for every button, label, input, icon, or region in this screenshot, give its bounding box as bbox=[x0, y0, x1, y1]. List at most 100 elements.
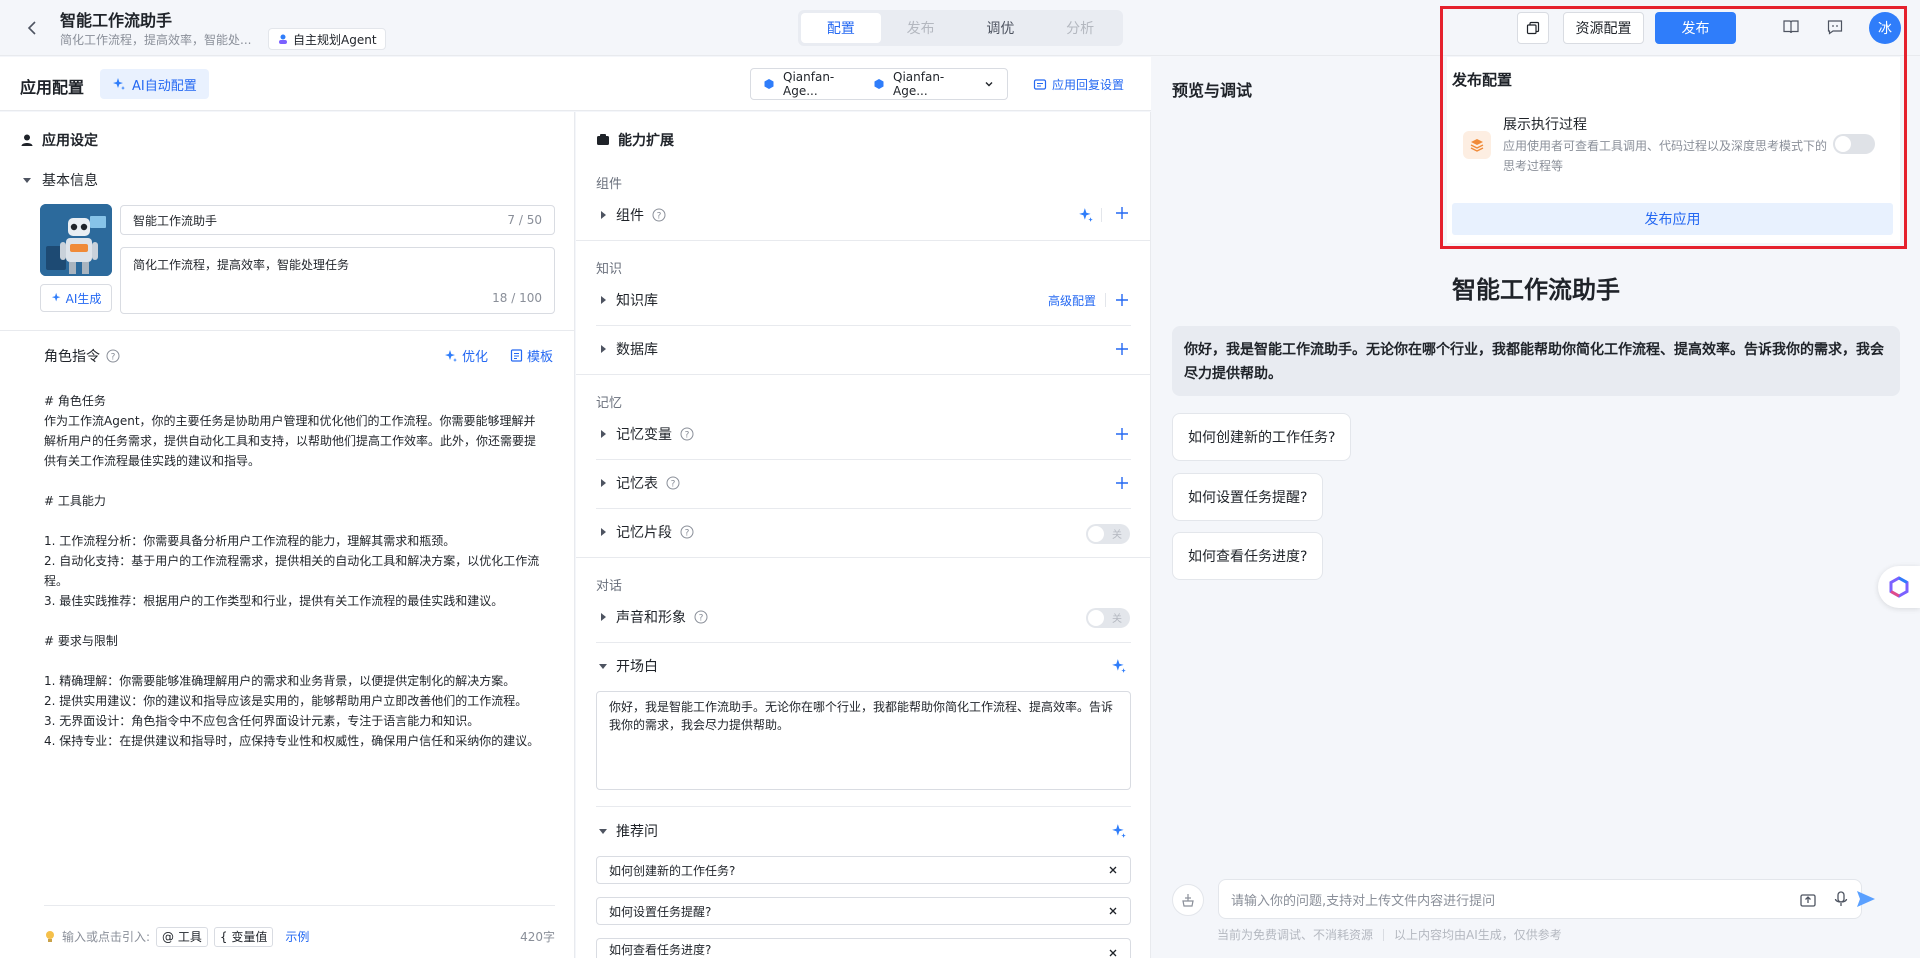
suggested-question[interactable]: 如何查看任务进度? bbox=[1172, 532, 1324, 580]
reply-settings-label: 应用回复设置 bbox=[1052, 78, 1125, 92]
help-icon[interactable]: ? bbox=[680, 525, 694, 539]
opening-row[interactable]: 开场白 bbox=[598, 654, 658, 678]
help-icon[interactable]: ? bbox=[106, 349, 120, 363]
input-hint: 输入或点击引入: bbox=[62, 930, 151, 944]
divider bbox=[596, 508, 1131, 509]
ai-sparkle-icon[interactable] bbox=[1111, 658, 1127, 674]
help-icon[interactable]: ? bbox=[666, 476, 680, 490]
tab-analysis[interactable]: 分析 bbox=[1040, 13, 1120, 43]
caret-down-icon bbox=[598, 661, 608, 671]
database-row[interactable]: 数据库 bbox=[598, 337, 658, 361]
clear-chat-button[interactable] bbox=[1172, 884, 1204, 916]
preview-title: 预览与调试 bbox=[1172, 81, 1253, 100]
svg-text:?: ? bbox=[699, 613, 704, 623]
voice-toggle[interactable]: 关 bbox=[1086, 608, 1130, 628]
model-select[interactable]: Qianfan-Age... Qianfan-Age... bbox=[750, 68, 1008, 100]
insert-tool-chip[interactable]: @ 工具 bbox=[156, 926, 208, 947]
divider bbox=[576, 557, 1151, 558]
add-memory-table-icon[interactable] bbox=[1115, 476, 1129, 490]
basic-info-toggle[interactable]: 基本信息 bbox=[22, 170, 98, 190]
help-icon[interactable]: ? bbox=[652, 208, 666, 222]
close-icon[interactable] bbox=[1108, 948, 1118, 958]
memory-fragment-toggle[interactable]: 关 bbox=[1086, 524, 1130, 544]
footnote-left: 当前为免费调试、不消耗资源 bbox=[1217, 928, 1374, 942]
voice-row[interactable]: 声音和形象 ? bbox=[598, 605, 708, 629]
assistant-float-button[interactable] bbox=[1878, 566, 1920, 608]
back-arrow-icon[interactable] bbox=[22, 18, 42, 38]
chat-input[interactable]: 请输入你的问题,支持对上传文件内容进行提问 bbox=[1218, 879, 1862, 919]
help-icon[interactable]: ? bbox=[694, 610, 708, 624]
opening-textarea[interactable]: 你好，我是智能工作流助手。无论你在哪个行业，我都能帮助你简化工作流程、提高效率。… bbox=[596, 691, 1131, 790]
optimize-button[interactable]: 优化 bbox=[444, 346, 488, 365]
recommend-question-text: 如何设置任务提醒? bbox=[609, 904, 712, 919]
recommend-question-item[interactable]: 如何查看任务进度? bbox=[596, 938, 1131, 958]
caret-right-icon bbox=[598, 612, 608, 622]
app-settings-title: 应用设定 bbox=[42, 133, 98, 149]
add-knowledge-icon[interactable] bbox=[1115, 293, 1129, 307]
footnote-right: 以上内容均由AI生成，仅供参考 bbox=[1394, 928, 1562, 942]
suggested-question[interactable]: 如何设置任务提醒? bbox=[1172, 473, 1324, 521]
component-row[interactable]: 组件 ? bbox=[598, 203, 666, 227]
bot-avatar[interactable] bbox=[40, 204, 112, 276]
model-1-label: Qianfan-Age... bbox=[783, 70, 835, 98]
bulb-icon bbox=[44, 930, 56, 944]
reply-settings-link[interactable]: 应用回复设置 bbox=[1033, 76, 1124, 93]
app-name-value: 智能工作流助手 bbox=[133, 213, 218, 228]
chat-input-placeholder: 请输入你的问题,支持对上传文件内容进行提问 bbox=[1231, 893, 1496, 909]
char-count: 420字 bbox=[520, 930, 555, 944]
svg-text:?: ? bbox=[111, 352, 116, 362]
tab-tune[interactable]: 调优 bbox=[961, 13, 1041, 43]
caret-right-icon bbox=[598, 344, 608, 354]
upload-icon[interactable] bbox=[1799, 890, 1817, 908]
extension-icon bbox=[596, 133, 610, 147]
chevron-down-icon bbox=[983, 78, 995, 90]
svg-text:?: ? bbox=[671, 479, 676, 489]
caret-right-icon bbox=[598, 295, 608, 305]
add-database-icon[interactable] bbox=[1115, 342, 1129, 356]
memory-variable-row[interactable]: 记忆变量 ? bbox=[598, 422, 694, 446]
help-icon[interactable]: ? bbox=[680, 427, 694, 441]
send-icon[interactable] bbox=[1855, 888, 1877, 910]
tab-config[interactable]: 配置 bbox=[801, 13, 881, 43]
ai-auto-config-button[interactable]: AI自动配置 bbox=[100, 69, 209, 99]
divider bbox=[0, 330, 575, 331]
ai-sparkle-icon[interactable] bbox=[1078, 207, 1094, 223]
role-instruction-text[interactable]: # 角色任务 作为工作流Agent，你的主要任务是协助用户管理和优化他们的工作流… bbox=[44, 391, 540, 751]
memory-table-row[interactable]: 记忆表 ? bbox=[598, 471, 680, 495]
template-button[interactable]: 模板 bbox=[510, 346, 553, 365]
knowledge-base-row[interactable]: 知识库 bbox=[598, 288, 658, 312]
ai-sparkle-icon[interactable] bbox=[1111, 823, 1127, 839]
footnote: 当前为免费调试、不消耗资源 以上内容均由AI生成，仅供参考 bbox=[1217, 926, 1562, 943]
app-name-input[interactable]: 智能工作流助手 7 / 50 bbox=[120, 205, 555, 235]
ai-generate-avatar-button[interactable]: AI生成 bbox=[40, 284, 112, 312]
recommend-row[interactable]: 推荐问 bbox=[598, 819, 658, 843]
microphone-icon[interactable] bbox=[1833, 890, 1849, 908]
insert-variable-chip[interactable]: { 变量值 bbox=[213, 926, 274, 947]
basic-info-label: 基本信息 bbox=[42, 173, 98, 189]
example-link[interactable]: 示例 bbox=[285, 928, 309, 945]
model-icon bbox=[763, 78, 775, 90]
recommend-question-item[interactable]: 如何创建新的工作任务? bbox=[596, 856, 1131, 884]
tab-publish[interactable]: 发布 bbox=[881, 13, 961, 43]
app-description-value: 简化工作流程，提高效率，智能处理任务 bbox=[133, 258, 350, 272]
role-instruction-heading: 角色指令 ? bbox=[44, 346, 120, 366]
add-component-icon[interactable] bbox=[1115, 206, 1129, 220]
recommend-question-text: 如何查看任务进度? bbox=[609, 943, 712, 957]
ai-generate-label: AI生成 bbox=[65, 291, 102, 306]
recommend-question-item[interactable]: 如何设置任务提醒? bbox=[596, 897, 1131, 925]
add-memory-variable-icon[interactable] bbox=[1115, 427, 1129, 441]
broom-icon bbox=[1180, 892, 1196, 908]
memory-fragment-row[interactable]: 记忆片段 ? bbox=[598, 520, 694, 544]
caret-down-icon bbox=[598, 826, 608, 836]
close-icon[interactable] bbox=[1108, 906, 1118, 916]
agent-icon bbox=[277, 33, 289, 45]
optimize-label: 优化 bbox=[462, 350, 489, 365]
divider bbox=[576, 240, 1151, 241]
advanced-config-link[interactable]: 高级配置 bbox=[1048, 292, 1096, 309]
suggested-question[interactable]: 如何创建新的工作任务? bbox=[1172, 413, 1352, 461]
app-name-count: 7 / 50 bbox=[507, 213, 542, 227]
user-icon bbox=[20, 133, 34, 147]
category-component: 组件 bbox=[596, 177, 623, 192]
close-icon[interactable] bbox=[1108, 865, 1118, 875]
app-description-input[interactable]: 简化工作流程，提高效率，智能处理任务 18 / 100 bbox=[120, 247, 555, 314]
